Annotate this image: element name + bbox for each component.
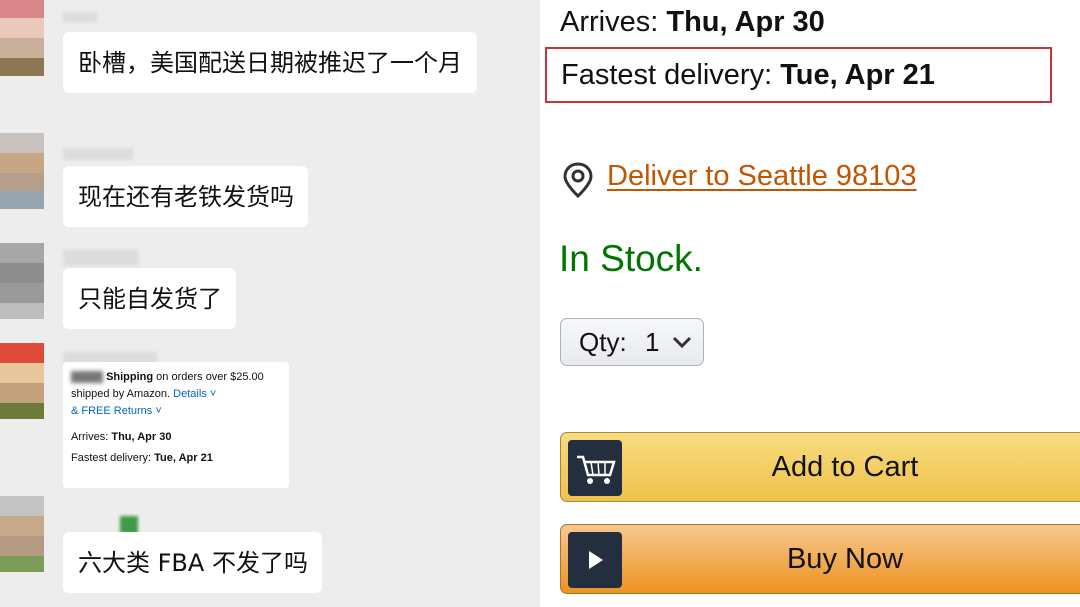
fastest-delivery-date: Tue, Apr 21 (780, 59, 935, 91)
shipped-by: shipped by Amazon. (71, 388, 171, 400)
arrives-date: Thu, Apr 30 (666, 6, 825, 38)
deliver-to-link[interactable]: Deliver to Seattle 98103 (607, 160, 917, 193)
buy-now-label: Buy Now (786, 543, 904, 575)
arrives-label: Arrives: (71, 431, 109, 443)
fastest-delivery-label: Fastest delivery: (561, 59, 773, 91)
arrives-line: Arrives: Thu, Apr 30 (71, 429, 281, 446)
chat-bubble: 卧槽，美国配送日期被推迟了一个月 (63, 32, 477, 93)
avatar[interactable] (0, 343, 44, 419)
arrives-line: Arrives: Thu, Apr 30 (560, 6, 825, 39)
fastest-label: Fastest delivery: (71, 452, 152, 464)
avatar[interactable] (0, 243, 44, 319)
qty-label: Qty: (579, 327, 627, 357)
blurred-text (71, 371, 103, 384)
arrives-value: Thu, Apr 30 (111, 431, 172, 443)
add-to-cart-button[interactable]: Add to Cart (560, 432, 1080, 502)
fastest-delivery-highlight: Fastest delivery: Tue, Apr 21 (545, 47, 1052, 103)
chat-panel: 卧槽，美国配送日期被推迟了一个月 现在还有老铁发货吗 只能自发货了 Shippi… (0, 0, 540, 607)
chat-bubble: 六大类 FBA 不发了吗 (63, 532, 322, 593)
chevron-down-icon: ˅ (152, 405, 162, 417)
fastest-line: Fastest delivery: Tue, Apr 21 (71, 450, 281, 467)
message-text: 卧槽，美国配送日期被推迟了一个月 (78, 49, 462, 77)
chevron-down-icon: ˅ (206, 388, 217, 400)
arrives-label: Arrives: (560, 6, 659, 38)
fastest-delivery-line: Fastest delivery: Tue, Apr 21 (561, 59, 935, 92)
chevron-down-icon (672, 336, 692, 349)
message-text: 现在还有老铁发货吗 (78, 183, 294, 211)
avatar[interactable] (0, 0, 44, 76)
nickname-blurred (63, 250, 139, 266)
add-to-cart-label: Add to Cart (771, 451, 919, 483)
shipping-suffix: on orders over $25.00 (153, 371, 264, 383)
product-buy-box: Arrives: Thu, Apr 30 Fastest delivery: T… (540, 0, 1080, 607)
shipped-by-line: shipped by Amazon. Details ˅ (71, 386, 281, 403)
details-link[interactable]: Details (173, 388, 207, 400)
buy-now-button[interactable]: Buy Now (560, 524, 1080, 594)
chat-bubble: 现在还有老铁发货吗 (63, 166, 308, 227)
message-text: 六大类 FBA 不发了吗 (78, 549, 308, 577)
quantity-select[interactable]: Qty: 1 (560, 318, 704, 366)
stock-status: In Stock. (559, 238, 703, 279)
chat-bubble: 只能自发货了 (63, 268, 236, 329)
free-returns-line: & FREE Returns ˅ (71, 403, 281, 420)
avatar[interactable] (0, 496, 44, 572)
qty-value: 1 (645, 327, 660, 357)
shipping-word: Shipping (106, 371, 154, 383)
nickname-blurred (63, 12, 97, 22)
fastest-value: Tue, Apr 21 (154, 452, 213, 464)
location-pin-icon (563, 162, 593, 198)
shipping-line: Shipping on orders over $25.00 (71, 369, 281, 386)
message-text: 只能自发货了 (78, 285, 222, 313)
free-returns-link[interactable]: & FREE Returns (71, 405, 152, 417)
shared-screenshot-card[interactable]: Shipping on orders over $25.00 shipped b… (63, 362, 289, 488)
nickname-blurred (63, 148, 133, 160)
avatar[interactable] (0, 133, 44, 209)
